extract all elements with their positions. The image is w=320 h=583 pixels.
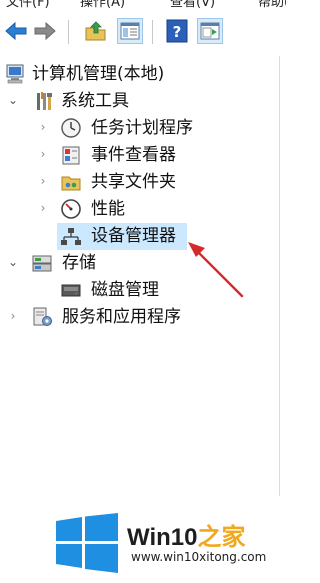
menu-bar: 文件(F) 操作(A) 查看(V) 帮助(H) (0, 0, 286, 8)
watermark-logo: Win10之家 www.win10xitong.com (52, 513, 282, 575)
pane-border (279, 56, 280, 496)
computer-management-icon (6, 64, 24, 84)
chevron-down-icon[interactable]: ⌄ (7, 256, 19, 268)
properties-pane-button[interactable] (197, 18, 223, 44)
tree-node-system-tools[interactable]: ⌄ 系统工具 (0, 88, 286, 115)
event-viewer-icon (62, 146, 80, 165)
svg-text:?: ? (173, 23, 182, 41)
tree-node-event-viewer[interactable]: › 事件查看器 (0, 142, 286, 169)
show-hide-tree-icon (120, 22, 140, 40)
tree-node-label: 事件查看器 (91, 145, 176, 165)
forward-button[interactable] (32, 18, 58, 44)
toolbar-separator (68, 20, 69, 44)
windows-logo-icon (56, 513, 118, 573)
show-hide-tree-button[interactable] (117, 18, 143, 44)
chevron-right-icon[interactable]: › (7, 310, 19, 322)
toolbar-separator (152, 20, 153, 44)
shared-folder-icon (61, 176, 81, 191)
menu-action[interactable]: 操作(A) (80, 0, 125, 8)
menu-file[interactable]: 文件(F) (6, 0, 50, 8)
device-manager-icon (61, 228, 81, 245)
help-icon: ? (166, 19, 188, 43)
tree-node-device-manager[interactable]: 设备管理器 (0, 223, 286, 250)
toolbar: ? (0, 8, 286, 56)
disk-drive-icon (61, 284, 81, 297)
tree-node-label: 任务计划程序 (91, 118, 193, 138)
tree-node-label: 性能 (91, 199, 125, 219)
tree-node-computer-management[interactable]: 计算机管理(本地) (0, 61, 286, 88)
brand-prefix: Win10 (127, 524, 198, 551)
storage-icon (32, 255, 52, 272)
tree-node-label: 计算机管理(本地) (32, 64, 165, 84)
up-folder-icon (85, 21, 106, 41)
services-applications-icon (33, 307, 52, 326)
menu-help[interactable]: 帮助(H) (258, 0, 286, 8)
back-icon (5, 21, 27, 41)
tree-node-label: 存储 (62, 253, 96, 273)
chevron-right-icon[interactable]: › (37, 202, 49, 214)
tree-node-shared-folders[interactable]: › 共享文件夹 (0, 169, 286, 196)
tree-node-label: 磁盘管理 (91, 280, 159, 300)
watermark-brand: Win10之家 (127, 517, 245, 552)
chevron-right-icon[interactable]: › (37, 175, 49, 187)
menu-view[interactable]: 查看(V) (170, 0, 215, 8)
tree-node-disk-management[interactable]: 磁盘管理 (0, 277, 286, 304)
tree-node-storage[interactable]: ⌄ 存储 (0, 250, 286, 277)
tree-node-task-scheduler[interactable]: › 任务计划程序 (0, 115, 286, 142)
watermark-site: www.win10xitong.com (131, 550, 267, 564)
tree-node-label: 服务和应用程序 (62, 307, 181, 327)
tree-node-label: 共享文件夹 (91, 172, 176, 192)
chevron-right-icon[interactable]: › (37, 148, 49, 160)
properties-pane-icon (200, 22, 220, 40)
tree-node-label: 系统工具 (61, 91, 129, 111)
tree-node-label: 设备管理器 (91, 226, 176, 246)
chevron-right-icon[interactable]: › (37, 121, 49, 133)
forward-icon (34, 21, 56, 41)
clock-icon (61, 118, 81, 138)
brand-suffix: 之家 (197, 524, 246, 551)
performance-gauge-icon (61, 199, 81, 219)
back-button[interactable] (3, 18, 29, 44)
chevron-down-icon[interactable]: ⌄ (7, 94, 19, 106)
tools-icon (37, 92, 52, 110)
help-button[interactable]: ? (164, 18, 190, 44)
up-folder-button[interactable] (83, 18, 109, 44)
tree-node-performance[interactable]: › 性能 (0, 196, 286, 223)
tree-node-services-applications[interactable]: › 服务和应用程序 (0, 304, 286, 331)
